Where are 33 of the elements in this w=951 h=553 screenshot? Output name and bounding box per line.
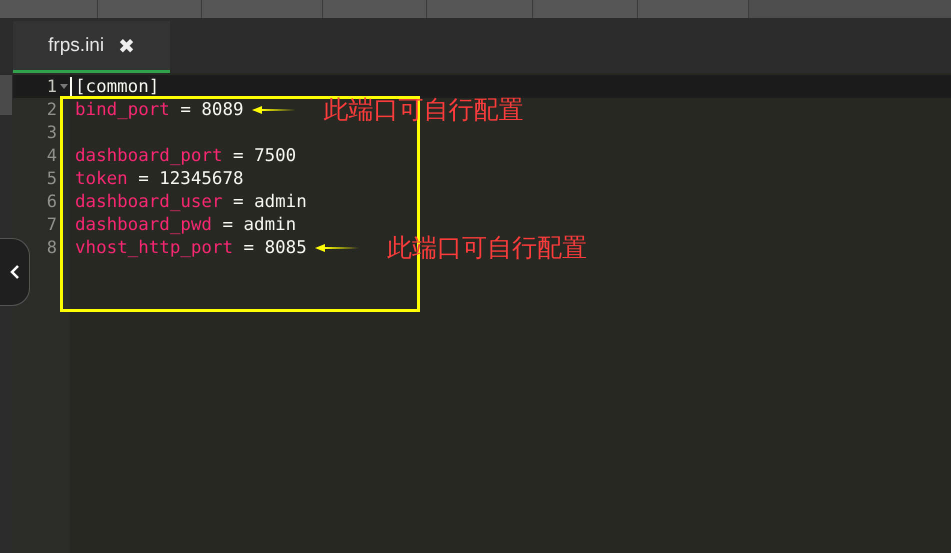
collapse-handle[interactable] [0, 238, 30, 306]
equals-sign: = [233, 192, 244, 212]
equals-sign: = [233, 146, 244, 166]
equals-sign: = [244, 238, 254, 258]
config-key: token [75, 168, 128, 188]
line-number: 8 [46, 238, 57, 258]
config-value: 8089 [201, 100, 244, 120]
line-number: 1 [46, 76, 57, 96]
close-icon[interactable]: ✖ [118, 34, 135, 58]
equals-sign: = [138, 168, 149, 188]
fold-arrow-icon[interactable] [60, 84, 68, 90]
config-value: admin [254, 192, 307, 212]
line-number: 5 [46, 168, 57, 188]
equals-sign: = [222, 214, 234, 234]
line-number: 7 [46, 214, 57, 234]
config-value: 7500 [254, 146, 296, 166]
equals-sign: = [180, 100, 191, 120]
line-number: 3 [46, 122, 57, 142]
line-number: 4 [46, 146, 57, 166]
config-value: admin [244, 214, 296, 234]
config-key: dashboard_user [75, 192, 223, 212]
config-key: vhost_http_port [75, 238, 234, 258]
file-tab[interactable]: frps.ini ✖ [13, 21, 170, 73]
config-key: dashboard_port [75, 146, 223, 166]
section-header: [common] [75, 76, 160, 96]
line-number: 2 [46, 100, 57, 120]
line-number: 6 [46, 192, 57, 212]
config-key: dashboard_pwd [75, 214, 212, 234]
chevron-left-icon [10, 264, 20, 280]
tab-label: frps.ini [48, 34, 104, 56]
config-key: bind_port [75, 100, 170, 120]
config-value: 12345678 [159, 168, 244, 188]
config-value: 8085 [264, 238, 307, 258]
